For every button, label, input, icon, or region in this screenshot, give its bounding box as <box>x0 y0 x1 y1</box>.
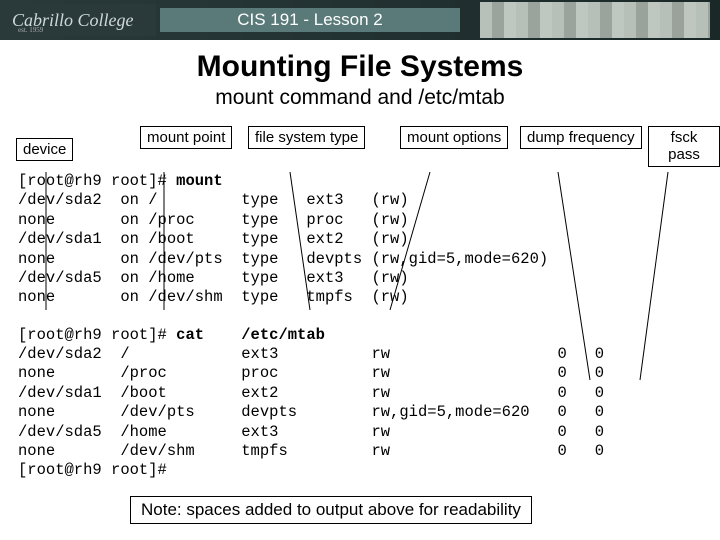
terminal-block-mtab: [root@rh9 root]# cat /etc/mtab /dev/sda2… <box>0 322 720 481</box>
page-subtitle: mount command and /etc/mtab <box>0 86 720 110</box>
terminal-block-mount: [root@rh9 root]# mount /dev/sda2 on / ty… <box>0 168 720 308</box>
footnote: Note: spaces added to output above for r… <box>130 496 532 524</box>
page-title: Mounting File Systems <box>0 50 720 84</box>
label-device: device <box>16 138 73 161</box>
label-options: mount options <box>400 126 508 149</box>
header-bar: Cabrillo College est. 1959 CIS 191 - Les… <box>0 0 720 40</box>
course-title: CIS 191 - Lesson 2 <box>237 10 383 29</box>
label-fstype: file system type <box>248 126 365 149</box>
logo-est: est. 1959 <box>18 26 43 34</box>
college-logo: Cabrillo College est. 1959 <box>6 4 156 36</box>
label-fsck: fsck pass <box>648 126 720 167</box>
label-dump: dump frequency <box>520 126 642 149</box>
label-mountpoint: mount point <box>140 126 232 149</box>
course-title-strip: CIS 191 - Lesson 2 <box>160 8 460 32</box>
column-labels: device mount point file system type moun… <box>0 124 720 168</box>
header-photo <box>480 2 710 38</box>
